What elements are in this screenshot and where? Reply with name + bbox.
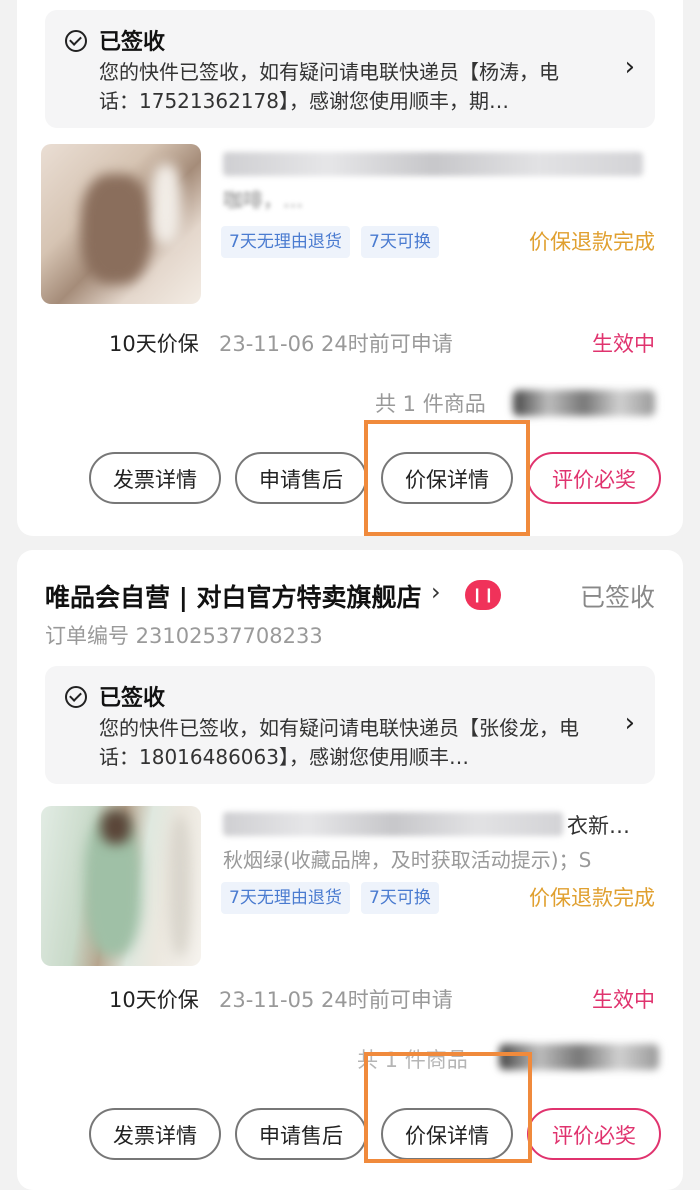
exchange-tag: 7天可换 [361, 882, 439, 914]
delivery-message: 您的快件已签收，如有疑问请电联快递员【杨涛，电话：17521362178】，感谢… [99, 60, 559, 113]
order-card: 唯品会自营 | 对白官方特卖旗舰店 › ❙❙ 已签收 订单编号 23102537… [17, 550, 683, 1190]
price-guarantee-label: 10天价保 [109, 988, 199, 1012]
order-status: 已签收 [579, 583, 655, 612]
chevron-right-icon[interactable]: › [431, 578, 441, 606]
shop-header[interactable]: 唯品会自营 | 对白官方特卖旗舰店 › ❙❙ 已签收 [45, 578, 655, 618]
exchange-tag: 7天可换 [361, 226, 439, 258]
price-guarantee-deadline: 23-11-06 24时前可申请 [219, 332, 453, 356]
price-guarantee-status: 生效中 [592, 988, 655, 1012]
return-tag: 7天无理由退货 [221, 226, 350, 258]
product-title-tail: 衣新… [567, 814, 630, 838]
delivery-status: 已签收 [99, 30, 166, 55]
return-tag: 7天无理由退货 [221, 882, 350, 914]
order-number: 订单编号 23102537708233 [45, 624, 323, 648]
product-spec: 秋烟绿(收藏品牌，及时获取活动提示)；S [223, 848, 592, 872]
review-reward-button[interactable]: 评价必奖 [527, 452, 661, 504]
product-image[interactable] [41, 806, 201, 966]
vip-badge-icon: ❙❙ [465, 580, 501, 610]
delivery-message: 您的快件已签收，如有疑问请电联快递员【张俊龙，电话：18016486063】，感… [99, 716, 579, 769]
chevron-right-icon[interactable]: › [625, 708, 635, 738]
invoice-details-button[interactable]: 发票详情 [89, 452, 221, 504]
highlight-annotation [364, 420, 530, 536]
apply-after-sale-button[interactable]: 申请售后 [235, 452, 367, 504]
review-reward-button[interactable]: 评价必奖 [527, 1108, 661, 1160]
check-circle-icon [65, 686, 87, 708]
refund-status: 价保退款完成 [529, 886, 655, 910]
item-count: 共 1 件商品 [375, 392, 486, 416]
highlight-annotation [364, 1052, 532, 1163]
total-price [513, 390, 655, 416]
delivery-info[interactable]: 已签收 您的快件已签收，如有疑问请电联快递员【张俊龙，电话：1801648606… [45, 666, 655, 784]
invoice-details-button[interactable]: 发票详情 [89, 1108, 221, 1160]
price-guarantee-status: 生效中 [592, 332, 655, 356]
delivery-status: 已签收 [99, 686, 166, 711]
refund-status: 价保退款完成 [529, 230, 655, 254]
order-card: 已签收 您的快件已签收，如有疑问请电联快递员【杨涛，电话：17521362178… [17, 0, 683, 536]
chevron-right-icon[interactable]: › [625, 52, 635, 82]
shop-name[interactable]: 唯品会自营 | 对白官方特卖旗舰店 [45, 578, 422, 614]
product-image[interactable] [41, 144, 201, 304]
check-circle-icon [65, 30, 87, 52]
price-guarantee-label: 10天价保 [109, 332, 199, 356]
price-guarantee-deadline: 23-11-05 24时前可申请 [219, 988, 453, 1012]
product-subtitle: 咖啡，… [223, 188, 303, 212]
apply-after-sale-button[interactable]: 申请售后 [235, 1108, 367, 1160]
delivery-info[interactable]: 已签收 您的快件已签收，如有疑问请电联快递员【杨涛，电话：17521362178… [45, 10, 655, 128]
